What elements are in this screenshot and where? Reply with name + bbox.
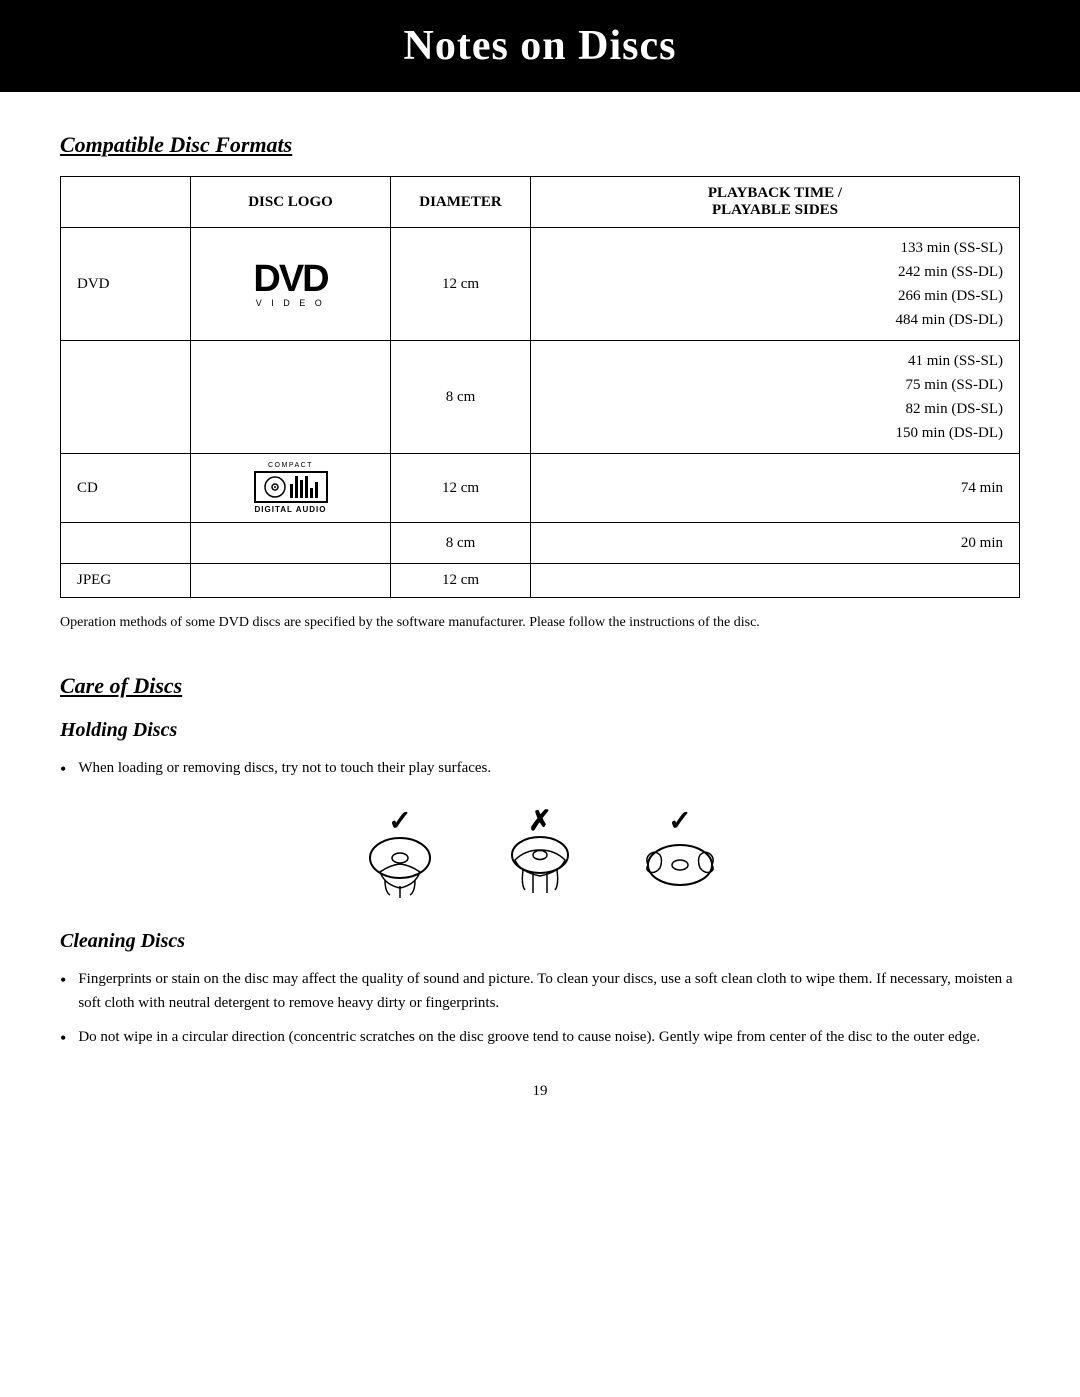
correct-hold-icon-2: ✓: [635, 804, 725, 900]
incorrect-hold-icon: ✗: [495, 804, 585, 900]
content-area: Compatible Disc Formats DISC LOGO DIAMET…: [0, 132, 1080, 1100]
dvd-8cm-playback: 41 min (SS-SL) 75 min (SS-DL) 82 min (DS…: [531, 341, 1020, 454]
disc-handling-icons: ✓ ✗: [60, 804, 1020, 900]
table-header-row: DISC LOGO DIAMETER PLAYBACK TIME /PLAYAB…: [61, 177, 1020, 228]
col-header-diameter: DIAMETER: [391, 177, 531, 228]
dvd-12cm-diameter: 12 cm: [391, 228, 531, 341]
cleaning-discs-list: Fingerprints or stain on the disc may af…: [60, 967, 1020, 1053]
dvd-8cm-diameter: 8 cm: [391, 341, 531, 454]
cleaning-discs-title: Cleaning Discs: [60, 930, 1020, 953]
cd-icon-box: [254, 471, 328, 503]
dvd-video-label: V I D E O: [256, 298, 326, 308]
jpeg-diameter: 12 cm: [391, 564, 531, 598]
page: Notes on Discs Compatible Disc Formats D…: [0, 0, 1080, 1397]
dvd-logo-text: DVD: [253, 260, 327, 298]
cd-8cm-label: [61, 523, 191, 564]
cd-12cm-diameter: 12 cm: [391, 454, 531, 523]
cd-8cm-playback: 20 min: [531, 523, 1020, 564]
care-of-discs-title: Care of Discs: [60, 673, 1020, 699]
jpeg-logo: [191, 564, 391, 598]
table-row: JPEG 12 cm: [61, 564, 1020, 598]
dvd-8cm-label: [61, 341, 191, 454]
holding-discs-bullet-1: When loading or removing discs, try not …: [78, 756, 491, 780]
table-row: DVD DVD V I D E O 12 cm: [61, 228, 1020, 341]
holding-discs-title: Holding Discs: [60, 719, 1020, 742]
table-row: 8 cm 20 min: [61, 523, 1020, 564]
bar3: [300, 480, 303, 498]
holding-discs-list: When loading or removing discs, try not …: [60, 756, 1020, 784]
disc-bars-group: [290, 476, 318, 498]
disc-type-label: DVD: [61, 228, 191, 341]
page-header: Notes on Discs: [0, 0, 1080, 92]
hand-disc-svg-1: [355, 830, 445, 900]
bar2: [295, 476, 298, 498]
table-row: CD COMPACT: [61, 454, 1020, 523]
compatible-disc-formats-title: Compatible Disc Formats: [60, 132, 1020, 158]
col-header-disc-logo: DISC LOGO: [191, 177, 391, 228]
dvd-logo: DVD V I D E O: [253, 260, 327, 308]
holding-discs-subsection: Holding Discs When loading or removing d…: [60, 719, 1020, 900]
care-of-discs-section: Care of Discs Holding Discs When loading…: [60, 673, 1020, 1053]
correct-hold-icon-1: ✓: [355, 804, 445, 900]
cd-logo-cell: COMPACT: [191, 454, 391, 523]
cd-8cm-diameter: 8 cm: [391, 523, 531, 564]
list-item: Do not wipe in a circular direction (con…: [60, 1025, 1020, 1053]
col-header-playback: PLAYBACK TIME /PLAYABLE SIDES: [531, 177, 1020, 228]
table-row: 8 cm 41 min (SS-SL) 75 min (SS-DL) 82 mi…: [61, 341, 1020, 454]
cd-12cm-playback: 74 min: [531, 454, 1020, 523]
cd-disc-svg: [264, 476, 286, 498]
cd-label: CD: [61, 454, 191, 523]
cd-8cm-logo: [191, 523, 391, 564]
bar5: [310, 488, 313, 498]
disc-formats-table: DISC LOGO DIAMETER PLAYBACK TIME /PLAYAB…: [60, 176, 1020, 598]
page-title: Notes on Discs: [0, 22, 1080, 70]
list-item: Fingerprints or stain on the disc may af…: [60, 967, 1020, 1015]
cleaning-discs-subsection: Cleaning Discs Fingerprints or stain on …: [60, 930, 1020, 1053]
col-header-label: [61, 177, 191, 228]
dvd-12cm-playback: 133 min (SS-SL) 242 min (SS-DL) 266 min …: [531, 228, 1020, 341]
compact-text: COMPACT: [268, 462, 313, 469]
disc-logo-cell: DVD V I D E O: [191, 228, 391, 341]
jpeg-playback: [531, 564, 1020, 598]
cleaning-discs-bullet-2: Do not wipe in a circular direction (con…: [78, 1025, 980, 1049]
disc-footnote: Operation methods of some DVD discs are …: [60, 612, 1020, 633]
bar1: [290, 484, 293, 498]
compatible-disc-formats-section: Compatible Disc Formats DISC LOGO DIAMET…: [60, 132, 1020, 633]
hand-disc-svg-2: [495, 830, 585, 900]
digital-audio-text: DIGITAL AUDIO: [255, 505, 327, 514]
hand-disc-svg-3: [635, 830, 725, 900]
bar6: [315, 482, 318, 498]
dvd-8cm-logo: [191, 341, 391, 454]
list-item: When loading or removing discs, try not …: [60, 756, 1020, 784]
bar4: [305, 476, 308, 498]
page-number: 19: [60, 1083, 1020, 1100]
cleaning-discs-bullet-1: Fingerprints or stain on the disc may af…: [78, 967, 1020, 1015]
cd-logo: COMPACT: [203, 462, 378, 514]
jpeg-label: JPEG: [61, 564, 191, 598]
